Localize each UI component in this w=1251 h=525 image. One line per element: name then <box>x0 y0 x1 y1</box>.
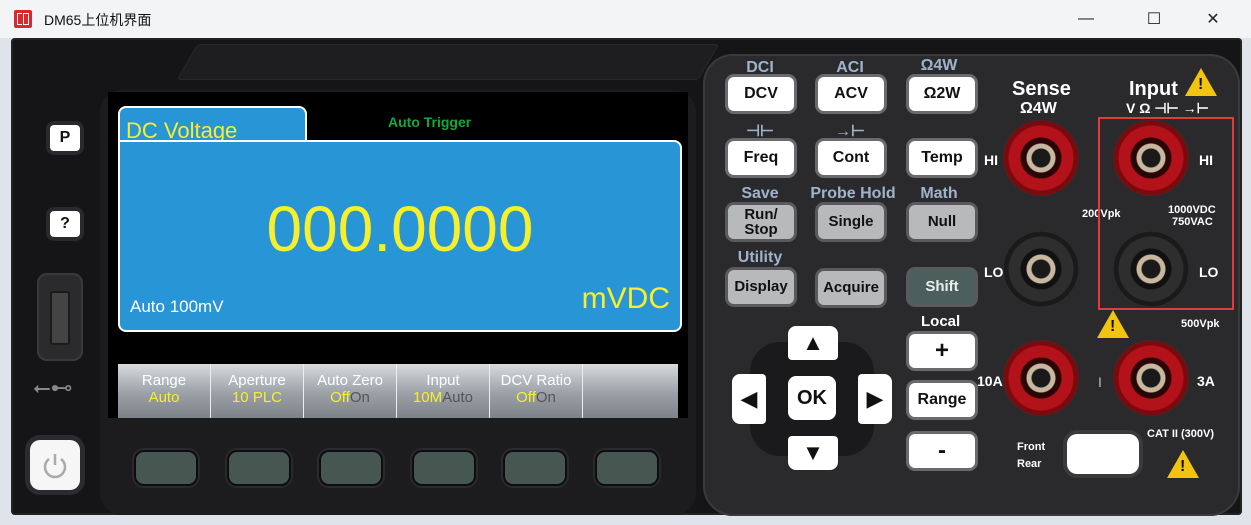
temp-button[interactable]: Temp <box>909 141 975 175</box>
plus-button[interactable]: + <box>909 334 975 368</box>
ohm-2w-button[interactable]: Ω2W <box>909 77 975 111</box>
top-shelf <box>176 44 720 80</box>
softkey-dcv-ratio[interactable]: DCV Ratio OffOn <box>490 364 583 418</box>
acquire-button[interactable]: Acquire <box>818 271 884 305</box>
title-bar: DM65上位机界面 — ☐ ✕ <box>0 0 1251 38</box>
softkey-value: Off <box>516 389 536 406</box>
up-arrow-button[interactable]: ▲ <box>788 326 838 360</box>
softkey-input[interactable]: Input 10MAuto <box>397 364 490 418</box>
trigger-status: Auto Trigger <box>388 114 472 130</box>
power-icon <box>43 454 67 479</box>
input-title: Input <box>1129 78 1178 100</box>
probe-hold-label: Probe Hold <box>810 185 896 202</box>
cat-warning-icon <box>1167 450 1199 478</box>
dpad: ▲ ▼ ◀ ▶ OK <box>730 324 894 474</box>
cat-rating: CAT II (300V) <box>1147 428 1215 440</box>
sense-lo-jack[interactable] <box>1003 231 1079 307</box>
capacitance-label: ⊣⊢ <box>746 123 774 140</box>
usb-icon: ⭠⊷ <box>33 375 73 400</box>
softkey-value: Off <box>330 389 350 406</box>
single-button[interactable]: Single <box>818 205 884 239</box>
dci-label: DCI <box>746 59 774 76</box>
input-subtitle: V Ω ⊣⊢ →⊢ <box>1126 100 1209 116</box>
aci-label: ACI <box>836 59 864 76</box>
null-button[interactable]: Null <box>909 205 975 239</box>
softkey-title: Auto Zero <box>317 372 383 389</box>
reading-value: 000.0000 <box>266 193 534 265</box>
sense-title: Sense <box>1012 78 1071 100</box>
softkey-value: 10M <box>412 389 443 406</box>
softkey-value: Auto <box>148 389 180 406</box>
window-title: DM65上位机界面 <box>44 12 152 28</box>
freq-button[interactable]: Freq <box>728 141 794 175</box>
current-3a-label: 3A <box>1197 373 1215 389</box>
front-label: Front <box>1017 441 1046 453</box>
minimize-button[interactable]: — <box>1063 6 1109 32</box>
softkey-title: Aperture <box>228 372 286 389</box>
softkey-range[interactable]: Range Auto <box>118 364 211 418</box>
shift-button[interactable]: Shift <box>909 270 975 304</box>
sense-hi-label: HI <box>984 152 998 168</box>
softkey-empty[interactable] <box>583 364 678 418</box>
softkey-alt-value: Auto <box>442 389 474 406</box>
reading-unit: mVDC <box>581 282 670 315</box>
current-3a-jack[interactable] <box>1113 340 1189 416</box>
isolation-rating: 500Vpk <box>1181 318 1220 330</box>
input-terminal-highlight <box>1098 117 1234 310</box>
app-logo-icon <box>14 10 32 28</box>
input-warning-icon <box>1185 68 1217 96</box>
current-10a-label: 10A <box>977 373 1003 389</box>
acv-button[interactable]: ACV <box>818 77 884 111</box>
sense-lo-label: LO <box>984 264 1004 280</box>
dcv-button[interactable]: DCV <box>728 77 794 111</box>
cont-button[interactable]: Cont <box>818 141 884 175</box>
hw-softkey-1[interactable] <box>136 452 196 484</box>
softkey-aperture[interactable]: Aperture 10 PLC <box>211 364 304 418</box>
rear-label: Rear <box>1017 458 1042 470</box>
softkey-value: 10 PLC <box>231 389 283 406</box>
usb-port <box>37 273 83 361</box>
power-button[interactable] <box>30 440 80 490</box>
right-arrow-button[interactable]: ▶ <box>858 374 892 424</box>
softkey-title: Input <box>426 372 460 389</box>
hw-softkey-4[interactable] <box>414 452 474 484</box>
multimeter-front-panel: P ? ⭠⊷ DC Voltage Auto Trigger 000.0000 … <box>11 38 1242 516</box>
current-10a-jack[interactable] <box>1003 340 1079 416</box>
ohm-4w-label: Ω4W <box>920 57 958 74</box>
maximize-button[interactable]: ☐ <box>1131 6 1177 32</box>
local-label: Local <box>921 313 961 330</box>
diode-label: →⊢ <box>835 123 865 140</box>
softkey-alt-value: On <box>349 389 370 406</box>
current-symbol: I <box>1098 374 1102 390</box>
p-button[interactable]: P <box>50 125 80 151</box>
range-info: Auto 100mV <box>130 297 224 316</box>
softkey-title: DCV Ratio <box>500 372 572 389</box>
hw-softkey-3[interactable] <box>321 452 381 484</box>
display-button[interactable]: Display <box>728 270 794 304</box>
close-button[interactable]: ✕ <box>1190 6 1236 32</box>
left-arrow-button[interactable]: ◀ <box>732 374 766 424</box>
help-button[interactable]: ? <box>50 211 80 237</box>
fuse-warning-icon <box>1097 310 1129 338</box>
run-stop-button[interactable]: Run/ Stop <box>728 205 794 239</box>
hw-softkey-2[interactable] <box>229 452 289 484</box>
hw-softkey-6[interactable] <box>597 452 657 484</box>
sense-hi-jack[interactable] <box>1003 120 1079 196</box>
reading-area: 000.0000 Auto 100mV mVDC <box>118 140 682 332</box>
save-label: Save <box>741 185 779 202</box>
front-rear-switch[interactable] <box>1067 434 1139 474</box>
ok-button[interactable]: OK <box>788 376 836 420</box>
sense-subtitle: Ω4W <box>1020 100 1057 117</box>
math-label: Math <box>920 185 958 202</box>
softkey-auto-zero[interactable]: Auto Zero OffOn <box>304 364 397 418</box>
softkey-menu: Range Auto Aperture 10 PLC Auto Zero Off… <box>118 364 678 418</box>
range-button[interactable]: Range <box>909 383 975 417</box>
softkey-title: Range <box>141 372 187 389</box>
lcd-screen: DC Voltage Auto Trigger 000.0000 Auto 10… <box>108 92 688 418</box>
hw-softkey-5[interactable] <box>505 452 565 484</box>
utility-label: Utility <box>737 249 783 266</box>
softkey-alt-value: On <box>535 389 556 406</box>
minus-button[interactable]: - <box>909 434 975 468</box>
down-arrow-button[interactable]: ▼ <box>788 436 838 470</box>
